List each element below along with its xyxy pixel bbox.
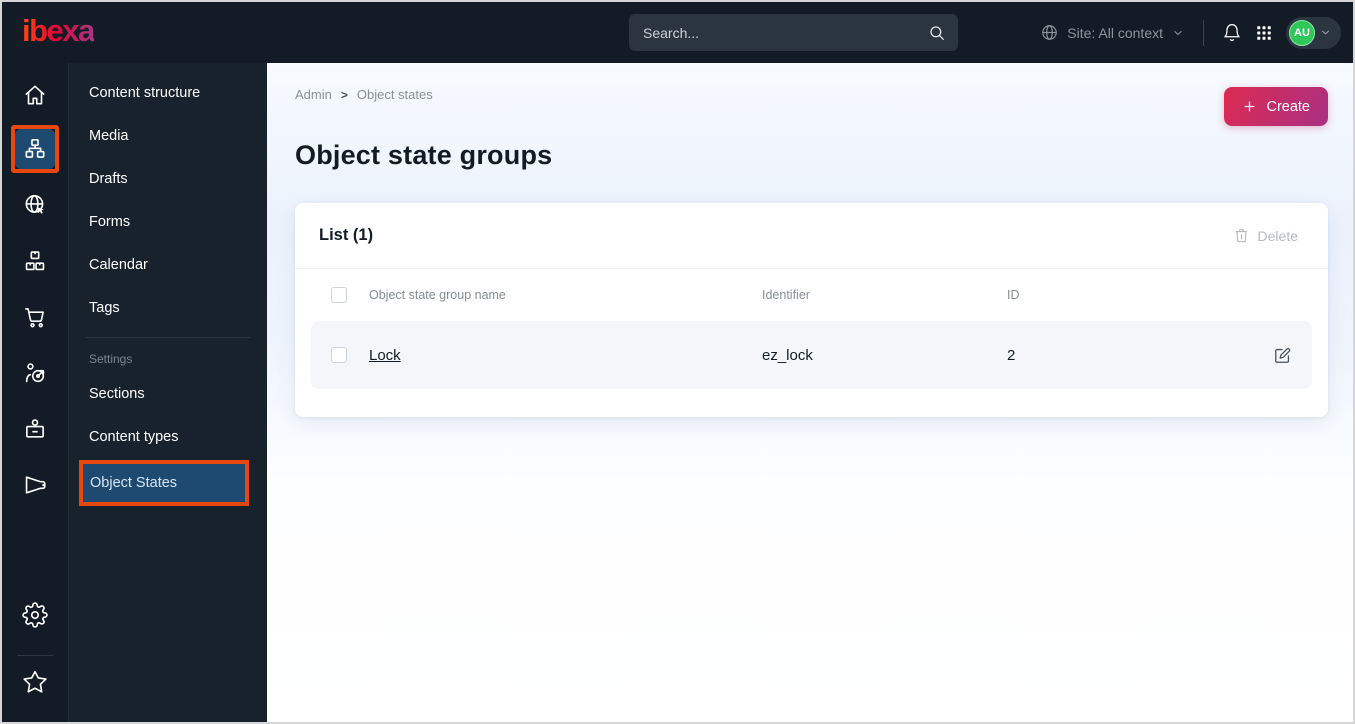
delete-button-label: Delete [1257,227,1298,244]
row-id: 2 [1007,346,1016,364]
bookmarks-star-icon [23,670,47,693]
delete-button[interactable]: Delete [1227,226,1304,245]
icon-rail [2,63,69,722]
list-card-header: List (1) Delete [295,203,1328,269]
topbar-actions: Site: All context AU [1040,16,1341,49]
sidebar-item-sections[interactable]: Sections [69,372,267,415]
avatar: AU [1289,19,1315,46]
list-title: List (1) [319,226,374,244]
row-identifier: ez_lock [762,346,813,364]
grid-icon [1257,25,1271,40]
rail-product-catalog-button[interactable] [15,241,55,281]
ibexa-logo[interactable]: ibexa [22,13,95,49]
product-boxes-icon [25,251,45,271]
rail-personalization-button[interactable] [15,353,55,393]
row-name-link[interactable]: Lock [369,347,401,364]
sidebar-settings-label: Settings [89,352,133,366]
topbar-divider [1203,19,1204,46]
column-header-identifier: Identifier [762,288,810,302]
plus-icon [1244,101,1255,112]
breadcrumb: Admin > Object states [295,87,1328,102]
sidebar-item-calendar[interactable]: Calendar [69,243,267,286]
site-globe-icon [25,194,44,214]
edit-icon [1275,347,1291,363]
globe-icon [1042,25,1058,40]
content-structure-icon [25,138,45,158]
bell-icon [1224,23,1240,41]
sidebar-item-tags[interactable]: Tags [69,286,267,329]
campaign-megaphone-icon [25,476,46,494]
topbar: ibexa Site: All context AU [2,2,1353,63]
user-menu[interactable]: AU [1286,16,1341,49]
table-header-row: Object state group name Identifier ID [311,269,1312,321]
annotation-highlight: Object States [79,460,249,506]
notifications-button[interactable] [1222,23,1242,43]
search-icon[interactable] [928,24,946,42]
rail-divider [17,655,53,656]
row-checkbox[interactable] [331,347,347,363]
create-button[interactable]: Create [1224,87,1328,126]
create-button-label: Create [1266,98,1310,115]
breadcrumb-admin[interactable]: Admin [295,87,332,102]
site-context-label: Site: All context [1067,24,1163,41]
page-title: Object state groups [295,140,553,170]
search-input[interactable] [641,23,928,42]
rail-dashboard-button[interactable] [15,75,55,115]
site-context-selector[interactable]: Site: All context [1040,23,1185,42]
home-icon [25,85,45,105]
column-header-name: Object state group name [369,288,506,302]
customer-badge-icon [26,419,44,438]
rail-bookmarks-button[interactable] [15,662,55,702]
rail-customer-portal-button[interactable] [15,409,55,449]
cart-icon [24,308,44,328]
sidebar-item-media[interactable]: Media [69,114,267,157]
sidebar-item-content-structure[interactable]: Content structure [69,71,267,114]
breadcrumb-object-states: Object states [356,87,433,102]
personalization-target-icon [25,363,45,383]
main-content: Admin > Object states Create Object stat… [267,63,1353,722]
chevron-down-icon [1321,30,1330,35]
sidebar-item-content-types[interactable]: Content types [69,415,267,458]
rail-content-structure-button[interactable] [15,129,55,169]
sidebar-item-object-states[interactable]: Object States [83,464,245,502]
annotation-highlight [11,125,59,173]
chevron-down-icon [1174,30,1182,35]
app-window: ibexa Site: All context AU [0,0,1355,724]
sidebar-divider [85,337,251,338]
list-card: List (1) Delete Object state group name … [295,203,1328,417]
settings-gear-icon [22,602,48,628]
rail-site-button[interactable] [15,185,55,225]
app-switcher-button[interactable] [1255,24,1273,42]
select-all-checkbox[interactable] [331,287,347,303]
global-search [629,14,958,51]
column-header-id: ID [1007,288,1020,302]
rail-admin-settings-button[interactable] [15,595,55,635]
sidebar-item-drafts[interactable]: Drafts [69,157,267,200]
trash-icon [1235,229,1247,243]
rail-commerce-button[interactable] [15,297,55,337]
edit-button[interactable] [1273,346,1292,365]
rail-bottom-group [15,595,55,718]
rail-campaigns-button[interactable] [15,465,55,505]
table-row: Lock ez_lock 2 [311,321,1312,389]
object-state-groups-table: Object state group name Identifier ID Lo… [295,269,1328,389]
breadcrumb-separator: > [340,87,348,102]
sidebar-menu: Content structure Media Drafts Forms Cal… [69,63,267,722]
sidebar-item-forms[interactable]: Forms [69,200,267,243]
